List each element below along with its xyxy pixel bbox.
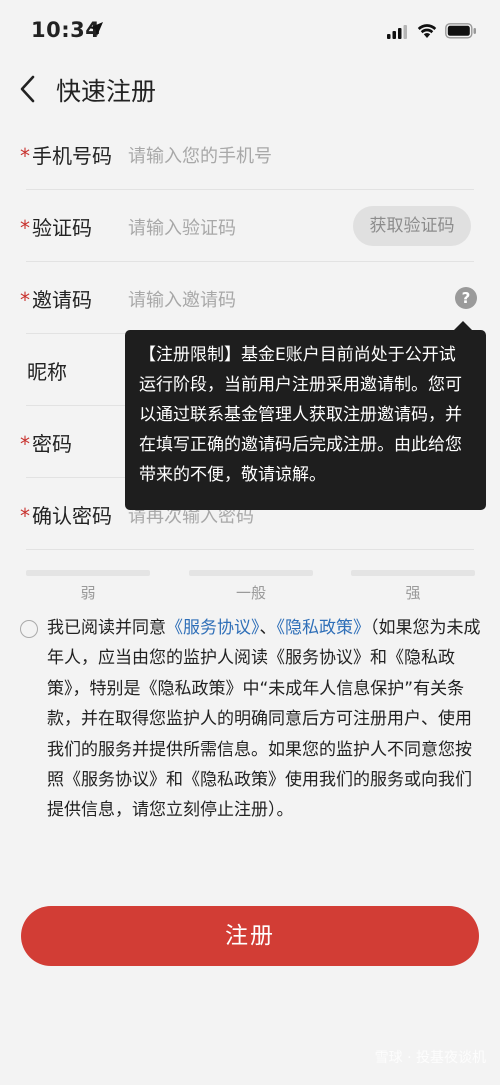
invite-label: * 邀请码 bbox=[20, 288, 92, 312]
invite-input[interactable]: 请输入邀请码 bbox=[128, 286, 236, 312]
get-code-button[interactable]: 获取验证码 bbox=[353, 206, 471, 246]
register-button[interactable]: 注册 bbox=[21, 906, 479, 966]
code-label: * 验证码 bbox=[20, 216, 92, 240]
nav-bar: 快速注册 bbox=[0, 64, 500, 116]
privacy-policy-link[interactable]: 《隐私政策》 bbox=[277, 618, 371, 638]
password-label: * 密码 bbox=[20, 432, 72, 456]
agreement-body: （如果您为未成年人，应当由您的监护人阅读《服务协议》和《隐私政策》，特别是《隐私… bbox=[47, 618, 481, 821]
required-mark: * bbox=[20, 432, 30, 456]
help-icon[interactable]: ? bbox=[455, 287, 477, 309]
required-mark: * bbox=[20, 288, 30, 312]
invite-tooltip: 【注册限制】基金E账户目前尚处于公开试运行阶段，当前用户注册采用邀请制。您可以通… bbox=[125, 321, 486, 510]
back-arrow-icon[interactable] bbox=[18, 74, 38, 104]
battery-icon bbox=[445, 23, 476, 39]
code-input[interactable]: 请输入验证码 bbox=[128, 214, 236, 240]
strength-label-medium: 一般 bbox=[235, 584, 266, 602]
confirm-label: * 确认密码 bbox=[20, 504, 112, 528]
phone-label: * 手机号码 bbox=[20, 144, 112, 168]
status-bar: 10:34 bbox=[0, 0, 500, 64]
strength-bar-medium bbox=[189, 570, 313, 576]
wifi-icon bbox=[417, 24, 437, 38]
phone-input[interactable]: 请输入您的手机号 bbox=[128, 142, 272, 168]
agreement-text: 我已阅读并同意《服务协议》、《隐私政策》（如果您为未成年人，应当由您的监护人阅读… bbox=[47, 613, 487, 826]
agreement-sep: 、 bbox=[259, 618, 277, 638]
strength-label-strong: 强 bbox=[405, 584, 421, 602]
phone-row: * 手机号码 请输入您的手机号 bbox=[0, 118, 500, 190]
invite-row: * 邀请码 请输入邀请码 bbox=[0, 262, 500, 334]
agreement-prefix: 我已阅读并同意 bbox=[47, 618, 166, 638]
watermark: 雪球 · 投基夜谈机 bbox=[374, 1050, 486, 1066]
required-mark: * bbox=[20, 504, 30, 528]
location-arrow-icon bbox=[89, 22, 103, 36]
service-agreement-link[interactable]: 《服务协议》 bbox=[166, 618, 260, 638]
nickname-label: 昵称 bbox=[27, 360, 67, 384]
strength-bar-weak bbox=[26, 570, 150, 576]
divider bbox=[26, 549, 474, 550]
strength-label-weak: 弱 bbox=[80, 584, 96, 602]
password-strength: 弱 一般 强 bbox=[0, 570, 500, 610]
cellular-signal-icon bbox=[387, 25, 407, 39]
agree-checkbox[interactable] bbox=[20, 620, 38, 638]
required-mark: * bbox=[20, 144, 30, 168]
page-title: 快速注册 bbox=[56, 77, 157, 106]
strength-bar-strong bbox=[351, 570, 475, 576]
required-mark: * bbox=[20, 216, 30, 240]
